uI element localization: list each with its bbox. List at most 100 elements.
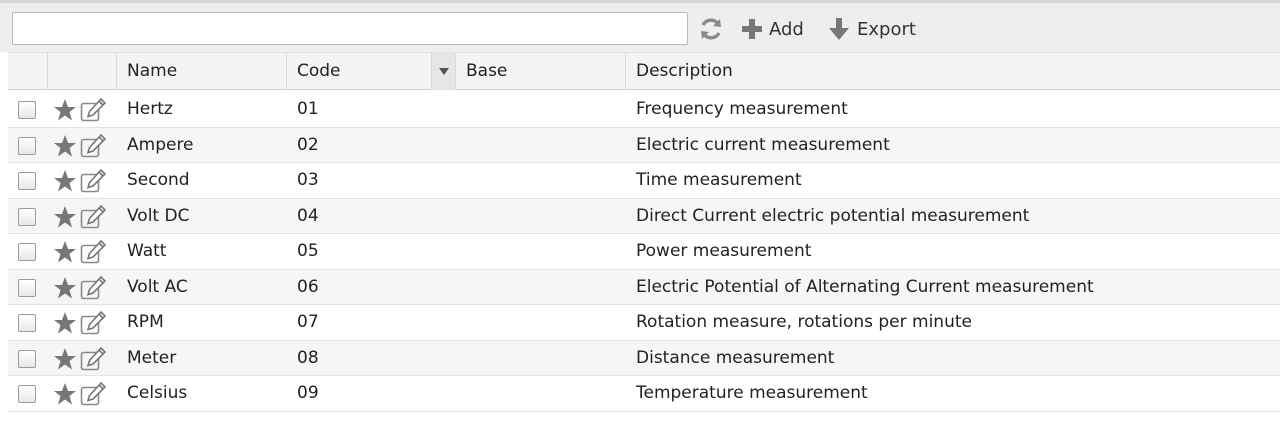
- cell-description: Electric Potential of Alternating Curren…: [636, 276, 1094, 297]
- table-row[interactable]: Celsius 09 Temperature measurement: [8, 376, 1280, 412]
- add-button[interactable]: Add: [741, 15, 804, 43]
- column-header-description[interactable]: Description: [626, 53, 1280, 90]
- row-checkbox[interactable]: [18, 207, 36, 226]
- star-icon: [54, 134, 76, 156]
- cell-code: 08: [297, 347, 319, 368]
- favorite-button[interactable]: [53, 98, 77, 122]
- table-row[interactable]: Watt 05 Power measurement: [8, 234, 1280, 270]
- edit-button[interactable]: [80, 169, 107, 193]
- cell-description: Rotation measure, rotations per minute: [636, 312, 972, 332]
- cell-name: Ampere: [127, 134, 194, 155]
- row-checkbox[interactable]: [18, 278, 36, 297]
- star-icon: [54, 276, 76, 298]
- favorite-button[interactable]: [53, 347, 77, 371]
- search-input[interactable]: [12, 12, 688, 45]
- column-header-name[interactable]: Name: [117, 53, 287, 90]
- edit-button[interactable]: [80, 240, 107, 264]
- table-row[interactable]: Meter 08 Distance measurement: [8, 340, 1280, 376]
- star-icon: [54, 99, 76, 121]
- export-button-label: Export: [857, 18, 916, 40]
- header-actions-column: [48, 53, 117, 90]
- favorite-button[interactable]: [53, 205, 77, 229]
- cell-name: Watt: [127, 241, 167, 261]
- cell-description: Temperature measurement: [636, 383, 868, 403]
- cell-description: Direct Current electric potential measur…: [636, 205, 1030, 226]
- cell-description: Distance measurement: [636, 347, 835, 368]
- cell-name: Volt AC: [127, 276, 188, 297]
- row-checkbox[interactable]: [18, 349, 36, 368]
- toolbar: Add Export: [0, 0, 1280, 52]
- cell-name: Hertz: [127, 99, 173, 119]
- cell-description: Power measurement: [636, 241, 812, 261]
- favorite-button[interactable]: [53, 240, 77, 264]
- cell-code: 07: [297, 312, 319, 332]
- edit-pencil-icon: [80, 311, 107, 335]
- edit-button[interactable]: [80, 98, 107, 122]
- cell-code: 05: [297, 241, 319, 261]
- row-checkbox[interactable]: [18, 101, 36, 119]
- star-icon: [54, 241, 76, 263]
- refresh-icon: [701, 18, 721, 40]
- cell-code: 03: [297, 170, 319, 190]
- column-header-code[interactable]: Code: [287, 53, 432, 90]
- refresh-button[interactable]: [698, 16, 724, 42]
- row-checkbox[interactable]: [18, 136, 36, 155]
- favorite-button[interactable]: [53, 382, 77, 406]
- cell-name: Meter: [127, 347, 177, 368]
- row-checkbox[interactable]: [18, 385, 36, 403]
- table-row[interactable]: Volt AC 06 Electric Potential of Alternati…: [8, 269, 1280, 305]
- grid-header: Name Code Base Description: [8, 52, 1280, 90]
- edit-button[interactable]: [80, 382, 107, 406]
- plus-icon: [742, 19, 762, 39]
- edit-button[interactable]: [80, 346, 107, 371]
- export-button[interactable]: Export: [827, 15, 916, 43]
- column-header-base[interactable]: Base: [456, 53, 626, 90]
- table-row[interactable]: Hertz 01 Frequency measurement: [8, 92, 1280, 128]
- cell-description: Frequency measurement: [636, 99, 848, 119]
- cell-code: 09: [297, 383, 319, 403]
- grid-body: Hertz 01 Frequency measurement Ampere 02 Elec…: [8, 92, 1280, 412]
- triangle-down-icon: [439, 68, 449, 75]
- row-checkbox[interactable]: [18, 314, 36, 332]
- cell-code: 06: [297, 276, 319, 297]
- cell-name: RPM: [127, 312, 164, 332]
- edit-button[interactable]: [80, 133, 107, 158]
- table-row[interactable]: RPM 07 Rotation measure, rotations per min…: [8, 305, 1280, 341]
- column-menu-button[interactable]: [432, 53, 456, 90]
- row-checkbox[interactable]: [18, 243, 36, 261]
- table-row[interactable]: Second 03 Time measurement: [8, 163, 1280, 199]
- header-select-column: [8, 53, 48, 90]
- star-icon: [54, 170, 76, 192]
- favorite-button[interactable]: [53, 276, 77, 300]
- edit-button[interactable]: [80, 311, 107, 335]
- add-button-label: Add: [769, 18, 804, 40]
- cell-code: 02: [297, 134, 319, 155]
- favorite-button[interactable]: [53, 134, 77, 158]
- favorite-button[interactable]: [53, 169, 77, 193]
- star-icon: [54, 383, 76, 405]
- cell-description: Electric current measurement: [636, 134, 890, 155]
- edit-pencil-icon: [80, 240, 107, 264]
- edit-pencil-icon: [80, 169, 107, 193]
- edit-button[interactable]: [80, 275, 107, 300]
- cell-code: 01: [297, 99, 319, 119]
- star-icon: [54, 312, 76, 334]
- edit-pencil-icon: [80, 204, 107, 228]
- cell-name: Second: [127, 170, 190, 190]
- cell-description: Time measurement: [636, 170, 802, 190]
- edit-pencil-icon: [80, 98, 107, 122]
- arrow-down-icon: [829, 18, 849, 40]
- table-row[interactable]: Ampere 02 Electric current measurement: [8, 127, 1280, 163]
- cell-code: 04: [297, 205, 319, 226]
- cell-name: Celsius: [127, 383, 188, 403]
- star-icon: [54, 205, 76, 227]
- star-icon: [54, 347, 76, 369]
- edit-pencil-icon: [80, 275, 107, 299]
- row-checkbox[interactable]: [18, 172, 36, 190]
- edit-pencil-icon: [80, 382, 107, 406]
- table-row[interactable]: Volt DC 04 Direct Current electric potenti…: [8, 198, 1280, 234]
- cell-name: Volt DC: [127, 205, 190, 226]
- edit-button[interactable]: [80, 204, 107, 229]
- favorite-button[interactable]: [53, 311, 77, 335]
- edit-pencil-icon: [80, 346, 107, 370]
